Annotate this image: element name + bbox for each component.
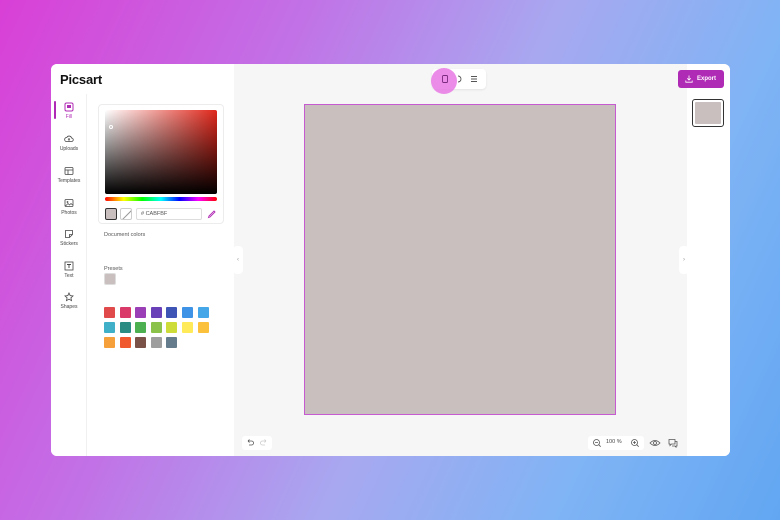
sidebar-item-label: Stickers xyxy=(60,241,78,247)
color-picker-handle[interactable] xyxy=(109,125,113,129)
templates-icon xyxy=(64,167,74,175)
left-sidebar: Fill Uploads Templates Photos Stickers T… xyxy=(51,94,87,456)
preset-color-swatch[interactable] xyxy=(197,322,209,333)
sidebar-item-label: Photos xyxy=(61,210,77,216)
history-controls xyxy=(242,436,272,450)
preset-color-swatch[interactable] xyxy=(166,322,178,333)
current-color-swatch[interactable] xyxy=(105,208,117,220)
text-icon xyxy=(64,261,74,271)
eyedropper-button[interactable] xyxy=(206,208,218,220)
preset-color-swatch[interactable] xyxy=(119,307,131,318)
preset-color-swatch[interactable] xyxy=(182,322,193,333)
preset-color-swatch[interactable] xyxy=(135,322,147,333)
stickers-icon xyxy=(65,230,73,238)
collapse-left-panel-button[interactable]: ‹ xyxy=(233,246,243,274)
zoom-out-icon[interactable] xyxy=(592,438,602,448)
preset-color-swatch[interactable] xyxy=(104,337,115,348)
download-icon xyxy=(685,75,693,83)
hex-color-input[interactable] xyxy=(136,208,202,220)
sidebar-item-label: Uploads xyxy=(59,146,79,152)
sidebar-item-label: Templates xyxy=(57,178,81,184)
preset-color-swatch[interactable] xyxy=(135,337,147,348)
preset-color-swatch[interactable] xyxy=(150,307,162,318)
sidebar-item-fill[interactable]: Fill xyxy=(51,100,87,128)
page-thumbnail[interactable] xyxy=(692,99,724,127)
preset-color-swatch[interactable] xyxy=(197,307,209,318)
undo-icon[interactable] xyxy=(245,438,255,448)
page-thumbnail-preview xyxy=(695,102,721,124)
transparent-color-swatch[interactable] xyxy=(120,208,132,220)
hue-slider[interactable] xyxy=(105,197,217,201)
presets-title: Presets xyxy=(104,266,123,272)
zoom-level: 100 % xyxy=(606,439,622,445)
preview-eye-icon[interactable] xyxy=(649,437,661,449)
sidebar-item-photos[interactable]: Photos xyxy=(51,196,87,224)
sidebar-item-label: Text xyxy=(64,273,74,279)
canvas-toolbar xyxy=(431,68,486,94)
eyedropper-icon xyxy=(207,210,216,219)
zoom-controls: 100 % xyxy=(588,436,644,450)
saturation-brightness-area[interactable] xyxy=(105,110,217,194)
export-label: Export xyxy=(697,76,717,82)
preset-color-swatch[interactable] xyxy=(150,322,162,333)
redo-icon[interactable] xyxy=(259,438,269,448)
preset-color-swatch[interactable] xyxy=(182,307,193,318)
rotate-icon[interactable] xyxy=(454,73,466,85)
comments-icon[interactable] xyxy=(667,437,679,449)
sidebar-item-label: Fill xyxy=(65,114,73,120)
chevron-right-icon: › xyxy=(683,257,685,263)
preset-color-swatch[interactable] xyxy=(166,337,178,348)
sidebar-item-templates[interactable]: Templates xyxy=(51,164,87,192)
preset-color-swatch[interactable] xyxy=(104,307,115,318)
sidebar-item-text[interactable]: Text xyxy=(51,259,87,287)
pages-panel xyxy=(687,94,730,456)
cloud-upload-icon xyxy=(64,135,74,142)
color-panel: Document colors Presets xyxy=(88,94,234,456)
preset-color-swatch[interactable] xyxy=(119,337,131,348)
photos-icon xyxy=(64,199,74,207)
sidebar-item-label: Shapes xyxy=(60,304,78,310)
artboard[interactable] xyxy=(304,104,616,415)
fill-icon xyxy=(64,102,74,112)
sidebar-item-stickers[interactable]: Stickers xyxy=(51,227,87,255)
canvas-area: ‹ › 100 % xyxy=(233,64,689,456)
picsart-logo[interactable]: Picsart xyxy=(60,72,102,87)
preset-color-swatch[interactable] xyxy=(119,322,131,333)
preset-color-swatch[interactable] xyxy=(166,307,178,318)
editor-window: Picsart Fill Uploads Templates Photos St… xyxy=(51,64,730,456)
sidebar-item-shapes[interactable]: Shapes xyxy=(51,290,87,318)
preset-color-swatch[interactable] xyxy=(150,337,162,348)
document-colors-title: Document colors xyxy=(104,232,146,238)
export-button[interactable]: Export xyxy=(678,70,724,88)
color-picker xyxy=(98,104,224,224)
chevron-left-icon: ‹ xyxy=(237,257,239,263)
shapes-icon xyxy=(64,292,74,302)
menu-icon[interactable] xyxy=(468,73,480,85)
preset-color-swatch[interactable] xyxy=(135,307,147,318)
document-color-swatch[interactable] xyxy=(104,273,116,285)
zoom-in-icon[interactable] xyxy=(630,438,640,448)
sidebar-item-uploads[interactable]: Uploads xyxy=(51,132,87,160)
page-icon[interactable] xyxy=(439,73,451,85)
preset-color-swatch[interactable] xyxy=(104,322,115,333)
logo-bar: Picsart xyxy=(51,64,234,94)
